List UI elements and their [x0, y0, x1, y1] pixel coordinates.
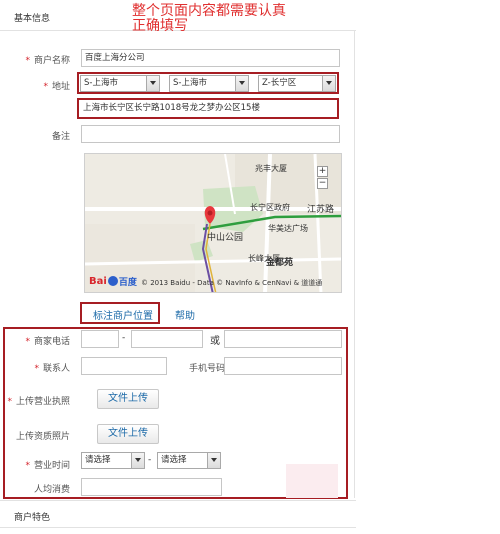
map-label-jiangsu-rd: 江苏路: [307, 205, 335, 215]
remark-input[interactable]: [81, 125, 340, 143]
mobile-label: 手机号码: [189, 364, 226, 374]
avg-price-input[interactable]: [81, 478, 222, 496]
address-detail-input[interactable]: 上海市长宁区长宁路1018号龙之梦办公区15楼: [80, 100, 336, 117]
remark-label: 备注: [51, 132, 70, 142]
map-label-zhaofeng: 兆丰大厦: [255, 164, 287, 173]
phone-label: * 商家电话: [25, 337, 70, 347]
chevron-down-icon: [207, 453, 220, 468]
qualification-label: 上传资质照片: [15, 432, 70, 442]
mark-location-button[interactable]: 标注商户位置: [93, 307, 153, 322]
help-link[interactable]: 帮助: [175, 307, 195, 322]
avg-price-label: 人均消费: [33, 485, 70, 495]
hours-label: * 营业时间: [25, 461, 70, 471]
chevron-down-icon: [322, 76, 335, 91]
map-zoom-out-button[interactable]: −: [317, 178, 328, 189]
map-label-jindu: 金都苑: [266, 258, 294, 268]
hours-start-select[interactable]: 请选择: [81, 452, 145, 469]
contact-label: * 联系人: [34, 364, 70, 374]
chevron-down-icon: [235, 76, 248, 91]
map-copyright: © 2013 Baidu - Data © NavInfo & CenNavi …: [141, 279, 323, 287]
qualification-upload-button[interactable]: 文件上传: [97, 424, 159, 444]
license-label: * 上传营业执照: [7, 397, 70, 407]
annotation-line1: 整个页面内容都需要认真: [132, 3, 286, 19]
chevron-down-icon: [146, 76, 159, 91]
divider: [0, 500, 356, 501]
phone-number-input[interactable]: [131, 330, 203, 348]
map[interactable]: 兆丰大厦 长宁区政府 江苏路 中山公园 华美达广场 长峰大厦 金都苑 + − B…: [84, 153, 342, 293]
phone-dash: -: [122, 333, 126, 343]
phone-alt-input[interactable]: [224, 330, 342, 348]
divider: [354, 30, 355, 498]
map-label-huamei: 华美达广场: [268, 224, 308, 233]
mobile-input[interactable]: [224, 357, 342, 375]
address-label: * 地址: [43, 82, 70, 92]
baidu-logo: Bai 百度: [89, 275, 137, 288]
decorative-block: [286, 464, 338, 498]
merchant-name-label: * 商户名称: [25, 56, 70, 66]
hours-dash: -: [148, 455, 152, 465]
contact-input[interactable]: [81, 357, 167, 375]
city-select[interactable]: S-上海市: [169, 75, 249, 92]
divider: [0, 527, 356, 528]
phone-or-text: 或: [210, 336, 220, 347]
phone-area-code-input[interactable]: [81, 330, 119, 348]
map-label-zhongshan-park: 中山公园: [207, 233, 244, 243]
baidu-paw-icon: [107, 276, 118, 286]
license-upload-button[interactable]: 文件上传: [97, 389, 159, 409]
chevron-down-icon: [131, 453, 144, 468]
section-title-features: 商户特色: [14, 513, 51, 523]
district-select[interactable]: Z-长宁区: [258, 75, 336, 92]
hours-end-select[interactable]: 请选择: [157, 452, 221, 469]
province-select[interactable]: S-上海市: [80, 75, 160, 92]
map-zoom-in-button[interactable]: +: [317, 166, 328, 177]
map-label-changning-gov: 长宁区政府: [250, 203, 290, 212]
section-title-basic-info: 基本信息: [14, 14, 51, 24]
merchant-name-input[interactable]: 百度上海分公司: [81, 49, 340, 67]
annotation-line2: 正确填写: [132, 18, 188, 34]
